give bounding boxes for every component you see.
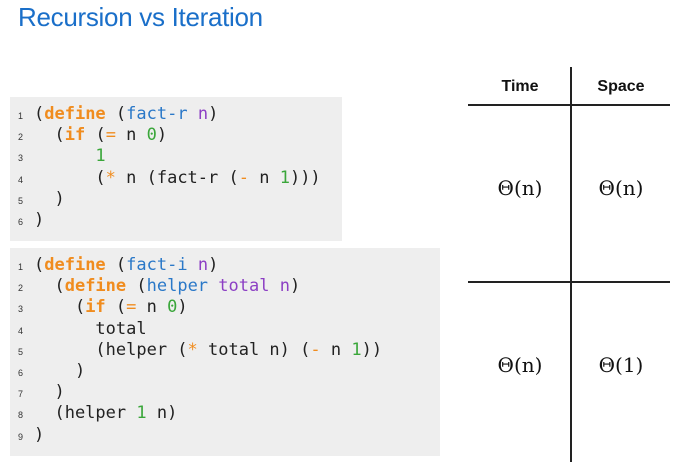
table-row-divider — [468, 281, 670, 283]
header-time: Time — [501, 78, 539, 95]
complexity-table: Time Space Θ(n) Θ(n) Θ(n) Θ(1) — [0, 0, 682, 462]
recursive-time: Θ(n) — [497, 176, 543, 200]
iterative-space: Θ(1) — [598, 353, 644, 377]
recursive-space: Θ(n) — [598, 176, 644, 200]
table-header-divider — [468, 104, 670, 106]
iterative-time: Θ(n) — [497, 353, 543, 377]
header-space: Space — [597, 78, 645, 95]
table-divider-vertical — [570, 67, 572, 462]
